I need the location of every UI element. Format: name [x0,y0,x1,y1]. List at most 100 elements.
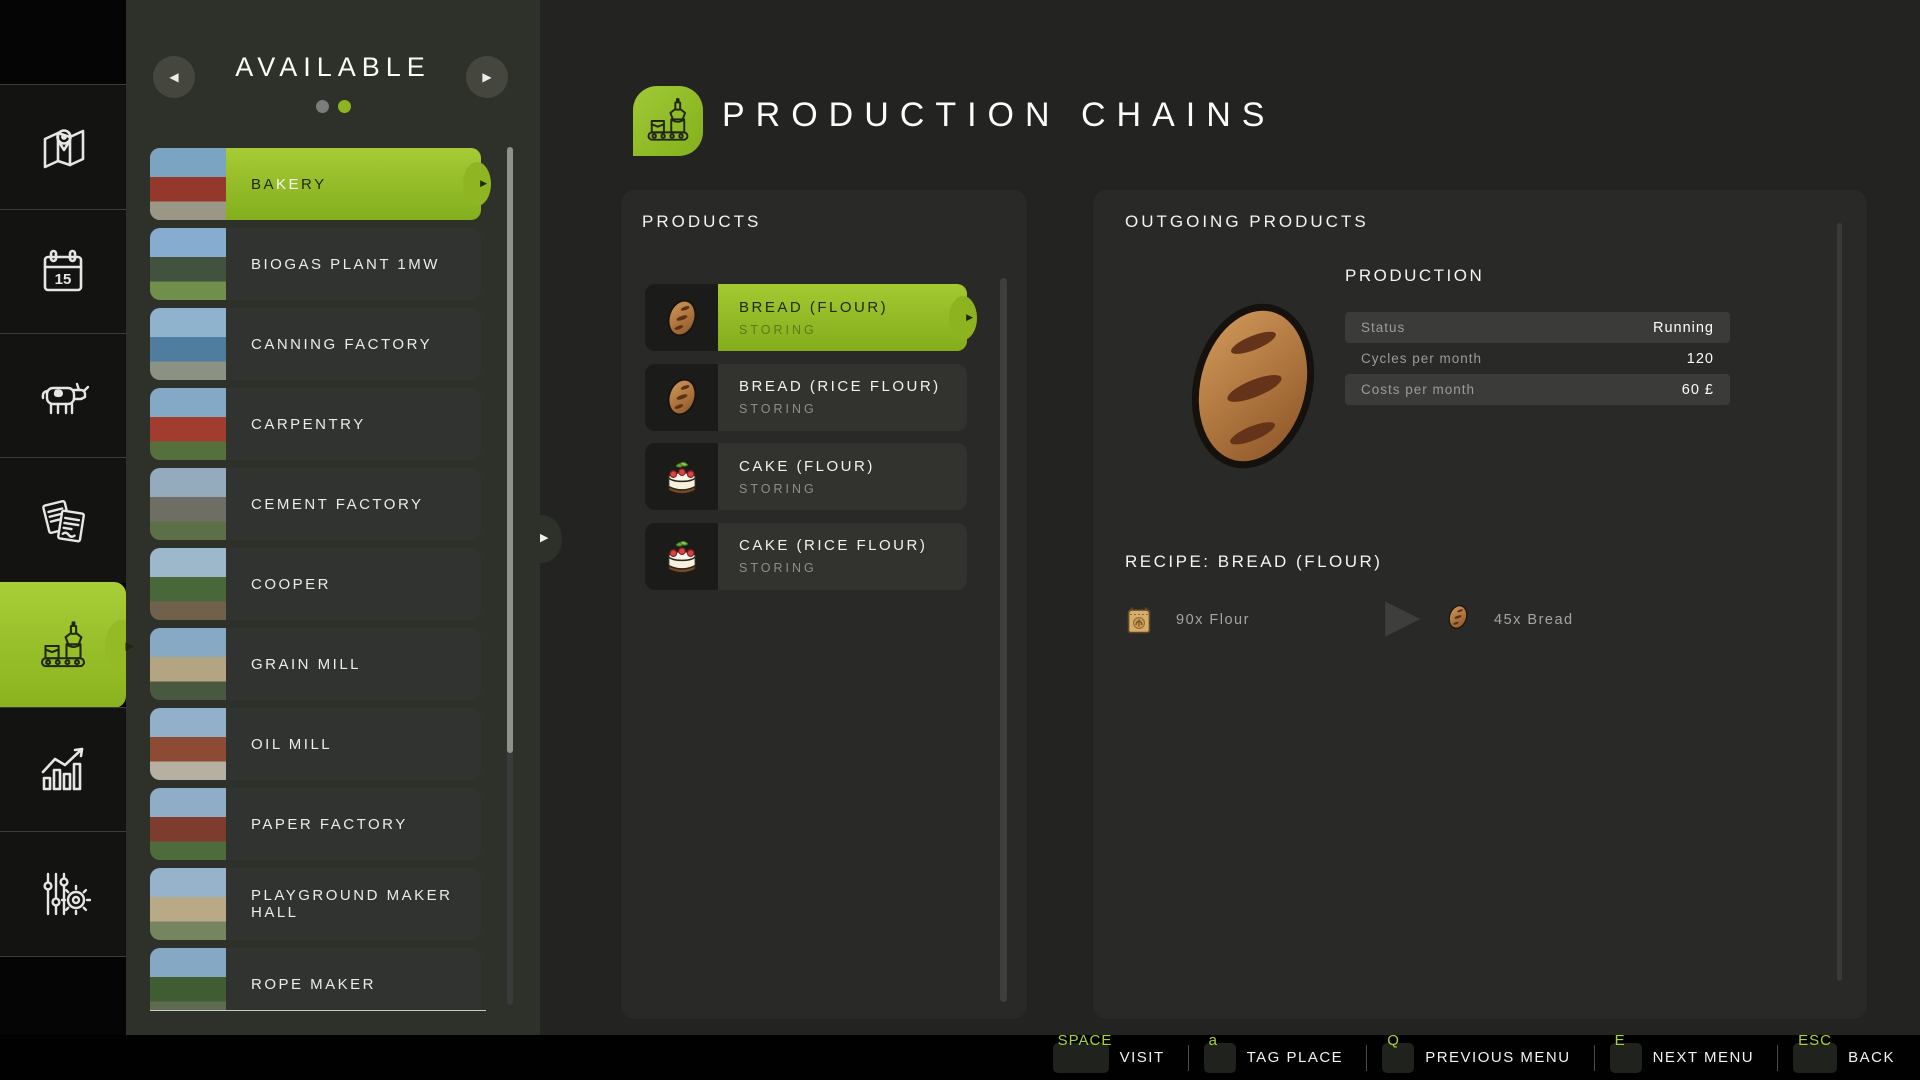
production-stat-row-status: Status Running [1345,312,1730,343]
building-thumbnail [150,628,226,700]
bread-icon [1443,602,1473,637]
building-thumbnail [150,468,226,540]
panel-expand-arrow-icon: ▶ [540,531,549,544]
flour-bag-icon [1126,605,1152,635]
bread-icon [1443,602,1473,632]
page-title: PRODUCTION CHAINS [722,96,1276,134]
building-thumbnail [150,788,226,860]
building-label: PLAYGROUND MAKER HALL [251,887,453,921]
key-hint-visit[interactable]: SPACE VISIT [1052,1032,1184,1073]
product-list: BREAD (FLOUR) STORING ▶ BREAD (RICE FLOUR)… [645,284,1005,602]
key-cap: Q [1382,1032,1415,1073]
product-name: CAKE (FLOUR) [739,457,875,475]
key-name: E [1614,1031,1626,1049]
sidebar-item-calendar[interactable]: 15 [0,209,126,334]
key-hint-previous-menu[interactable]: Q PREVIOUS MENU [1382,1032,1589,1073]
products-panel: PRODUCTS BREAD (FLOUR) STORING ▶ BREAD (RI… [621,190,1027,1019]
building-list-item-carpentry[interactable]: CARPENTRY [150,388,481,460]
production-section-title: PRODUCTION [1345,266,1485,285]
sidebar-item-animals[interactable] [0,333,126,458]
building-list-item-cooper[interactable]: COOPER [150,548,481,620]
building-label: BIOGAS PLANT 1MW [251,255,440,273]
bread-icon [659,295,705,341]
outgoing-panel-title: OUTGOING PRODUCTS [1125,212,1369,231]
building-label: OIL MILL [251,735,333,753]
production-stat-row-cycles-per-month: Cycles per month 120 [1345,343,1730,374]
stat-label: Cycles per month [1361,351,1483,366]
key-cap: E [1609,1032,1642,1073]
building-list-item-cement-factory[interactable]: CEMENT FACTORY [150,468,481,540]
building-list-item-paper-factory[interactable]: PAPER FACTORY [150,788,481,860]
building-thumbnail [150,308,226,380]
product-item-cake-flour-[interactable]: CAKE (FLOUR) STORING [645,443,967,510]
sidebar-item-statistics[interactable] [0,707,126,832]
selected-product-arrow-icon: ▶ [966,312,973,323]
products-panel-title: PRODUCTS [642,212,762,231]
key-hint-tag-place[interactable]: a TAG PLACE [1203,1032,1363,1073]
product-item-cake-rice-flour-[interactable]: CAKE (RICE FLOUR) STORING [645,522,967,590]
product-item-bread-flour-[interactable]: BREAD (FLOUR) STORING ▶ [645,284,977,351]
recipe-arrow-icon: ▶ [1385,588,1421,642]
sidebar-item-production-chains[interactable]: ▶ [0,582,139,708]
product-status: STORING [739,322,817,337]
page-dot-2-active [337,100,351,113]
bread-product-image [1171,286,1336,491]
product-list-scrollbar[interactable] [1000,278,1007,1002]
building-label: ROPE MAKER [251,975,377,993]
sidebar-item-settings[interactable] [0,831,126,957]
building-thumbnail [150,148,226,220]
building-thumbnail [150,228,226,300]
production-stats: Status Running Cycles per month 120 Costs pe… [1345,312,1730,405]
stat-label: Status [1361,320,1406,335]
building-label: CEMENT FACTORY [251,495,424,513]
key-hint-next-menu[interactable]: E NEXT MENU [1609,1032,1774,1073]
building-label: GRAIN MILL [251,655,362,673]
outgoing-panel-scrollbar[interactable] [1837,223,1842,981]
production-chains-screen: 15 ▶ ◀ AVAILABLE ▶ BA KE RY ▶ BIOGAS PLANT 1… [0,0,1920,1080]
sliders-gear-icon [35,866,91,922]
main-menu-sidebar: 15 ▶ [0,0,139,1080]
sidebar-item-map[interactable] [0,84,126,210]
building-list-item-bakery[interactable]: BA KE RY ▶ [150,148,491,220]
recipe-output-amount: 45x Bread [1494,612,1574,628]
product-info: BREAD (FLOUR) STORING [718,284,967,351]
building-list-item-oil-mill[interactable]: OIL MILL [150,708,481,780]
building-list-item-rope-maker[interactable]: ROPE MAKER [150,948,481,1010]
page-next-button[interactable]: ▶ [466,56,508,98]
building-label: BA KE RY [251,175,327,193]
sidebar-item-contracts[interactable] [0,457,126,583]
key-action-label: PREVIOUS MENU [1425,1049,1571,1066]
building-list-item-grain-mill[interactable]: GRAIN MILL [150,628,481,700]
outgoing-products-panel: OUTGOING PRODUCTS PRODUCTION Status Runni… [1093,190,1867,1019]
hint-divider [1366,1044,1368,1071]
product-icon-box [645,522,718,590]
chart-icon [35,742,91,798]
building-label: CARPENTRY [251,415,366,433]
product-info: CAKE (FLOUR) STORING [718,443,967,510]
key-action-label: NEXT MENU [1652,1049,1755,1066]
building-list-scrollbar-thumb[interactable] [507,147,513,753]
selected-row-arrow-icon: ▶ [480,179,487,189]
map-icon [35,120,91,176]
bread-icon [659,374,705,420]
hint-divider [1777,1044,1779,1071]
building-list-item-biogas-plant-1mw[interactable]: BIOGAS PLANT 1MW [150,228,481,300]
building-list-item-canning-factory[interactable]: CANNING FACTORY [150,308,481,380]
svg-text:15: 15 [55,271,72,288]
flour-bag-icon [1126,605,1152,640]
production-chains-icon [633,86,703,156]
key-hint-back[interactable]: ESC BACK [1793,1032,1914,1073]
product-icon-box [645,284,718,351]
building-list-item-playground-maker-hall[interactable]: PLAYGROUND MAKER HALL [150,868,481,940]
hint-divider [1593,1044,1595,1071]
key-hint-bar: SPACE VISIT a TAG PLACE Q PREVIOUS MENU E NEXT … [0,1032,1920,1080]
production-icon [642,95,694,147]
cow-icon [35,368,91,424]
cake-icon [659,533,705,579]
product-name: BREAD (RICE FLOUR) [739,378,941,395]
hint-divider [1187,1044,1189,1071]
building-list-scrollbar-track [507,147,513,1005]
list-bottom-divider [150,1010,486,1011]
pagination-dots [126,100,540,113]
product-item-bread-rice-flour-[interactable]: BREAD (RICE FLOUR) STORING [645,363,967,431]
